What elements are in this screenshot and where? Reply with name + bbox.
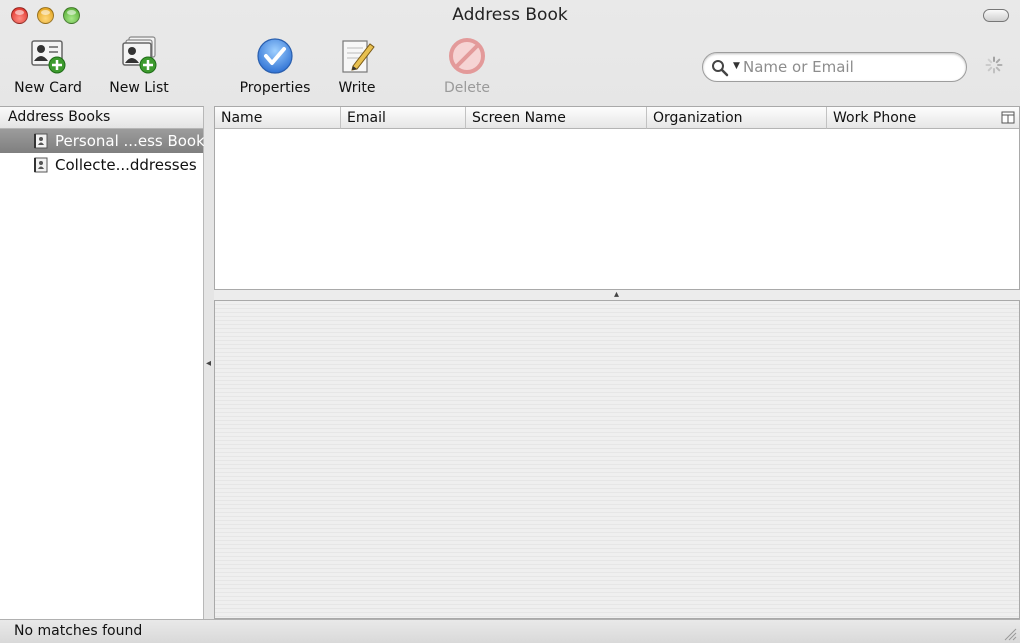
address-books-sidebar: Address Books Personal ...ess Book Colle… [0,106,205,619]
sidebar-item-label: Personal ...ess Book [55,132,205,150]
sidebar-item-collected-addresses[interactable]: Collecte...ddresses [0,153,203,177]
new-list-button[interactable]: New List [99,36,179,96]
resize-grip-icon[interactable] [1001,625,1017,641]
new-list-label: New List [109,80,169,96]
search-field[interactable]: ▼ [702,52,967,82]
card-list-table[interactable]: Name Email Screen Name Organization Work… [214,106,1020,290]
title-bar: Address Book [0,0,1020,30]
sidebar-header: Address Books [0,107,203,129]
new-list-icon [122,36,157,74]
new-card-button[interactable]: New Card [8,36,88,96]
horizontal-split-handle[interactable]: ▴ [214,289,1020,300]
vertical-split-handle[interactable]: ◂ [204,106,214,619]
write-button[interactable]: Write [330,36,384,96]
delete-button[interactable]: Delete [440,36,494,96]
card-details-pane [214,300,1020,619]
sidebar-item-personal-address-book[interactable]: Personal ...ess Book [0,129,205,153]
column-header-screen-name[interactable]: Screen Name [466,107,647,129]
column-header-organization[interactable]: Organization [647,107,827,129]
properties-label: Properties [239,80,311,96]
address-book-icon [34,157,48,173]
address-book-icon [34,133,48,149]
search-icon[interactable] [711,59,729,77]
toolbar: New Card New List Properties Write Delet… [0,30,1020,104]
status-text: No matches found [14,623,143,639]
status-bar: No matches found [0,619,1020,643]
pencil-icon [342,40,375,73]
write-label: Write [338,80,376,96]
column-picker-icon [1001,111,1015,124]
properties-button[interactable]: Properties [230,36,320,96]
delete-label: Delete [444,80,490,96]
split-handle-grip-icon: ◂ [206,358,212,369]
new-card-icon [31,40,66,74]
split-handle-grip-icon: ▴ [614,289,620,300]
search-input[interactable] [743,56,958,78]
prohibited-icon [449,38,485,74]
sidebar-item-label: Collecte...ddresses [55,156,197,174]
window-title: Address Book [452,5,568,25]
toolbar-toggle-button[interactable] [983,9,1009,22]
address-book-window: Address Book New Card New List Propertie… [0,0,1020,643]
checkmark-icon [257,38,293,74]
column-header-name[interactable]: Name [215,107,341,129]
activity-spinner-icon [985,56,1003,74]
column-picker-button[interactable] [997,107,1019,129]
column-header-work-phone[interactable]: Work Phone [827,107,999,129]
column-header-email[interactable]: Email [341,107,466,129]
search-menu-caret-icon[interactable]: ▼ [733,61,740,71]
new-card-label: New Card [14,80,82,96]
